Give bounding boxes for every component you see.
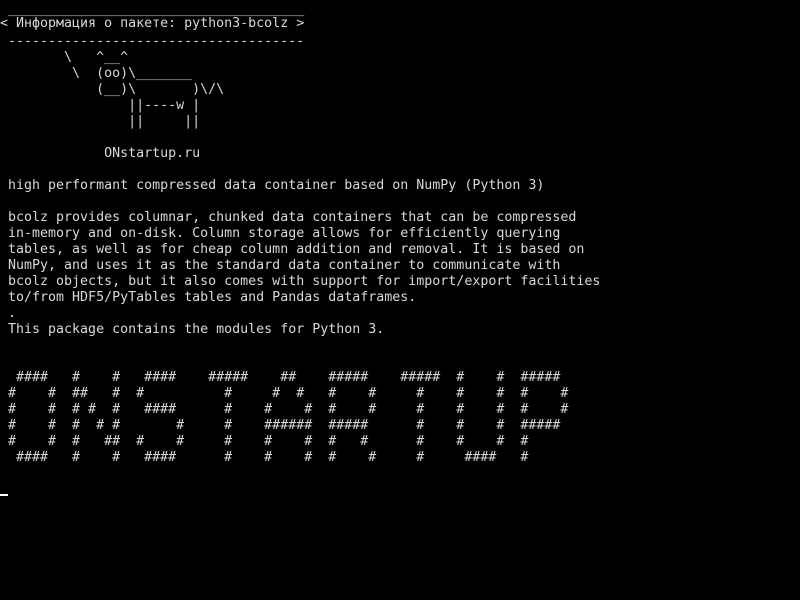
cowsay-title: < Информация о пакете: python3-bcolz >: [0, 16, 305, 31]
ascii-banner-line: # # # ## # # # # # # # # # # #: [0, 434, 529, 449]
description-line: bcolz provides columnar, chunked data co…: [0, 210, 577, 225]
terminal-cursor: [0, 494, 8, 496]
ascii-banner-line: # # ## # # # # # # # # # # # #: [0, 386, 569, 401]
description-line: tables, as well as for cheap column addi…: [0, 242, 585, 257]
cow-art-line: || ||: [0, 114, 201, 129]
ascii-banner-line: # # # # # #### # # # # # # # # # #: [0, 402, 569, 417]
ascii-banner-line: #### # # #### ##### ## ##### ##### # # #…: [0, 370, 561, 385]
cow-art-line: ||----w |: [0, 98, 201, 113]
description-line: in-memory and on-disk. Column storage al…: [0, 226, 561, 241]
package-short-description: high performant compressed data containe…: [0, 178, 545, 193]
cow-art-line: (__)\ )\/\: [0, 82, 225, 97]
description-line: bcolz objects, but it also comes with su…: [0, 274, 601, 289]
terminal-screen[interactable]: _____________________________________ < …: [0, 0, 800, 600]
ascii-banner-line: # # # # # # # ###### ##### # # # #####: [0, 418, 561, 433]
cowsay-border-bottom: -------------------------------------: [0, 34, 305, 49]
cow-art-line: \ (oo)\_______: [0, 66, 193, 81]
site-name: ONstartup.ru: [0, 146, 201, 161]
cow-art-line: \ ^__^: [0, 50, 129, 65]
ascii-banner-line: #### # # #### # # # # # # #### #: [0, 450, 529, 465]
description-line: .: [0, 306, 17, 321]
description-line: to/from HDF5/PyTables tables and Pandas …: [0, 290, 417, 305]
description-line: This package contains the modules for Py…: [0, 322, 385, 337]
description-line: NumPy, and uses it as the standard data …: [0, 258, 561, 273]
